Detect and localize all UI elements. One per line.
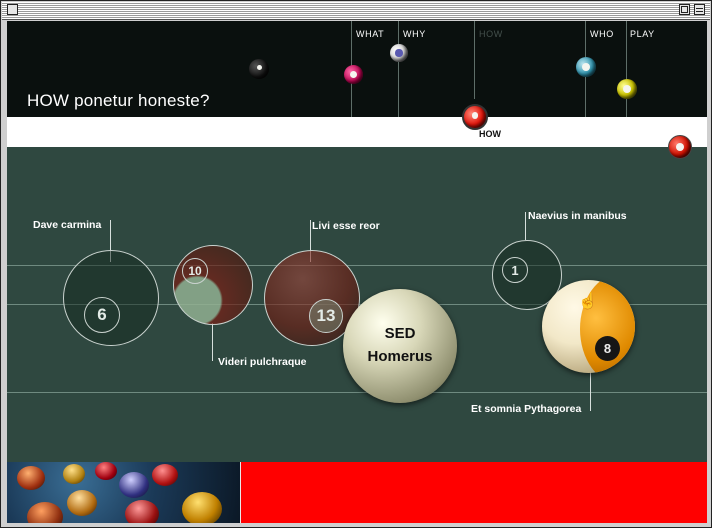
ball-number: 13	[309, 299, 343, 333]
ghost-ball-6[interactable]: 6	[63, 250, 159, 346]
grid-line	[7, 392, 707, 393]
how-ball-icon[interactable]	[462, 104, 488, 130]
who-ball-icon[interactable]	[576, 57, 596, 77]
sed-homerus-ball[interactable]: SED Homerus	[343, 289, 457, 403]
red-ball-icon[interactable]	[668, 135, 692, 159]
sed-text: SED	[384, 325, 416, 342]
ball-number: 10	[182, 258, 208, 284]
photo-ball	[63, 464, 85, 484]
nav-what[interactable]: WHAT	[356, 29, 384, 39]
ball-number: 6	[84, 297, 120, 333]
close-box-icon[interactable]	[7, 4, 18, 15]
photo-ball	[119, 472, 149, 498]
title-bar[interactable]	[2, 2, 710, 20]
nav-why[interactable]: WHY	[403, 29, 426, 39]
connector-line	[525, 212, 526, 240]
label-et-somnia-pythagorea[interactable]: Et somnia Pythagorea	[471, 403, 581, 415]
label-livi-esse-reor[interactable]: Livi esse reor	[312, 220, 380, 232]
red-panel	[241, 462, 707, 523]
ball-number: 1	[502, 257, 528, 283]
photo-ball	[67, 490, 97, 516]
page-title: HOW ponetur honeste?	[27, 91, 210, 110]
photo-ball	[182, 492, 222, 523]
homerus-text: Homerus	[367, 348, 433, 365]
ball-number: 8	[595, 336, 620, 361]
photo-ball	[95, 462, 117, 480]
nav-line-how	[474, 21, 475, 99]
collapse-box-icon[interactable]	[694, 4, 705, 15]
photo-ball	[17, 466, 45, 490]
hand-cursor-icon: ☝	[578, 293, 598, 310]
main-content: HOW ponetur honeste? WHAT WHY HOW WHO PL…	[7, 21, 707, 523]
nav-play[interactable]: PLAY	[630, 29, 655, 39]
app-window: HOW ponetur honeste? WHAT WHY HOW WHO PL…	[0, 0, 712, 528]
label-videri-pulchraque[interactable]: Videri pulchraque	[218, 356, 307, 368]
ghost-ball-10[interactable]: 10	[173, 245, 253, 325]
photo-ball	[152, 464, 178, 486]
white-band	[7, 117, 707, 147]
pool-photo	[7, 462, 240, 523]
current-section-label: HOW	[479, 129, 501, 139]
connector-line	[590, 371, 591, 411]
photo-ball	[27, 502, 63, 523]
what-ball-icon[interactable]	[344, 65, 363, 84]
nav-line-play	[626, 21, 627, 117]
why-ball-icon[interactable]	[390, 44, 408, 62]
nav-who[interactable]: WHO	[590, 29, 614, 39]
black-ball-icon[interactable]	[249, 59, 269, 79]
zoom-box-icon[interactable]	[679, 4, 690, 15]
label-dave-carmina[interactable]: Dave carmina	[33, 219, 101, 231]
photo-ball	[125, 500, 159, 523]
nav-how[interactable]: HOW	[479, 29, 503, 39]
connector-line	[212, 323, 213, 361]
label-naevius-in-manibus[interactable]: Naevius in manibus	[528, 210, 627, 222]
play-ball-icon[interactable]	[617, 79, 637, 99]
nav-line-why	[398, 21, 399, 117]
